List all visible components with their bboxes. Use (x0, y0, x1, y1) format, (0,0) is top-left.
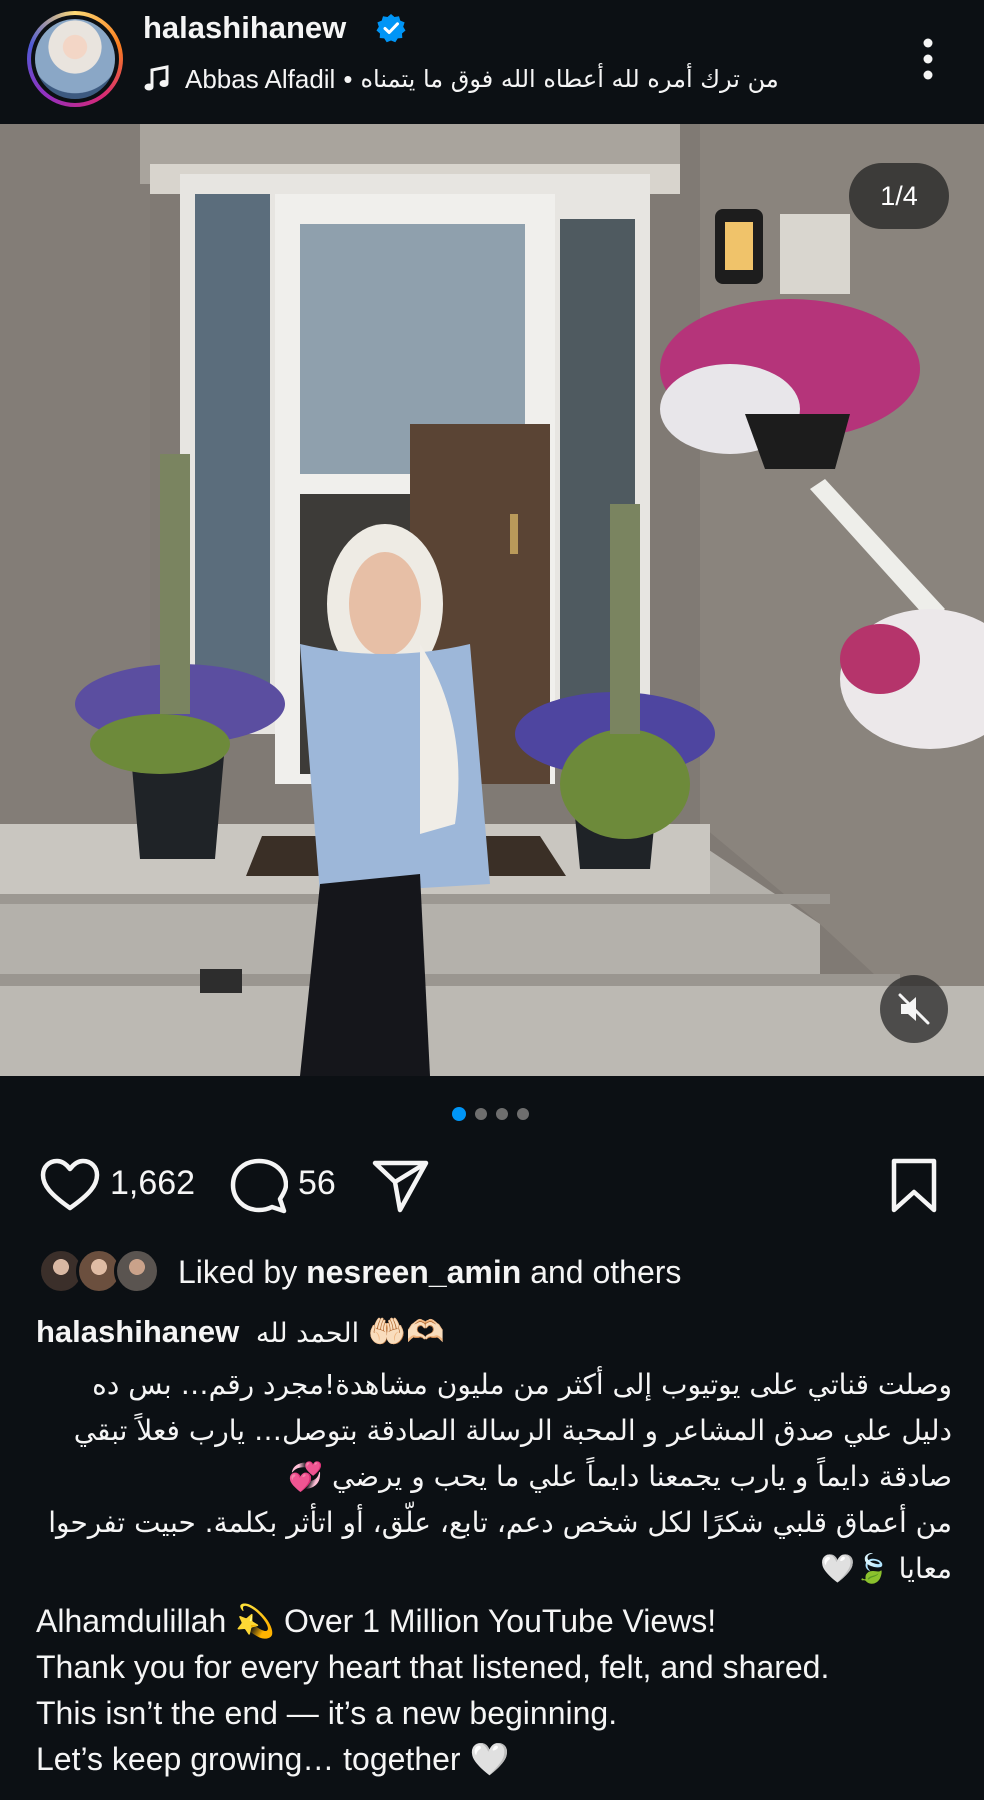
caption-username[interactable]: halashihanew (36, 1314, 239, 1349)
music-note-icon (144, 65, 169, 91)
post-header: halashihanew Abbas Alfadil • من ترك أمره… (0, 0, 984, 124)
caption-headline: halashihanew الحمد لله 🤲🏻🫶🏻 (36, 1310, 952, 1356)
caption-arabic-paragraph-2: من أعماق قلبي شكرًا لكل شخص دعم، تابع، ع… (48, 1506, 952, 1585)
liked-by-row[interactable]: Liked by nesreen_amin and others (0, 1246, 984, 1298)
share-icon[interactable] (372, 1158, 430, 1214)
music-title: من ترك أمره لله أعطاه الله فوق ما يتمناه (360, 65, 779, 93)
avatar (35, 19, 115, 99)
post-username[interactable]: halashihanew (143, 10, 346, 46)
caption-english-line: Thank you for every heart that listened,… (36, 1649, 830, 1685)
caption-english-line: Alhamdulillah 💫 Over 1 Million YouTube V… (36, 1603, 717, 1639)
music-artist: Abbas Alfadil (185, 63, 336, 94)
caption-english: Alhamdulillah 💫 Over 1 Million YouTube V… (36, 1598, 952, 1782)
music-info[interactable]: Abbas Alfadil • من ترك أمره لله أعطاه ال… (143, 62, 779, 96)
caption-arabic-paragraph-1: وصلت قناتي على يوتيوب إلى أكثر من مليون … (73, 1368, 952, 1493)
liked-by-text: Liked by nesreen_amin and others (178, 1254, 681, 1291)
carousel-dot (517, 1108, 529, 1120)
post-caption: halashihanew الحمد لله 🤲🏻🫶🏻 وصلت قناتي ع… (36, 1310, 952, 1782)
photo-illustration (0, 124, 984, 1076)
mute-button[interactable] (880, 975, 948, 1043)
caption-english-line: Let’s keep growing… together 🤍 (36, 1741, 510, 1777)
liked-by-user[interactable]: nesreen_amin (306, 1254, 521, 1290)
caption-headline-text: الحمد لله (255, 1318, 360, 1349)
music-separator: • (343, 63, 353, 94)
liked-by-suffix: and others (530, 1254, 682, 1290)
more-options-icon[interactable] (918, 36, 938, 82)
carousel-dot (496, 1108, 508, 1120)
carousel-indicator (452, 1107, 529, 1121)
liker-avatar (114, 1248, 160, 1294)
caption-english-line: This isn’t the end — it’s a new beginnin… (36, 1695, 618, 1731)
action-bar: 1,662 56 (0, 1150, 984, 1222)
bookmark-icon[interactable] (890, 1158, 938, 1214)
comment-icon[interactable] (230, 1158, 288, 1216)
comments-count[interactable]: 56 (298, 1164, 336, 1203)
carousel-counter: 1/4 (849, 163, 949, 229)
muted-speaker-icon (898, 993, 930, 1025)
post-photo[interactable]: 1/4 (0, 124, 984, 1076)
story-avatar[interactable] (27, 11, 123, 107)
likes-count[interactable]: 1,662 (110, 1164, 195, 1203)
caption-headline-emoji: 🤲🏻🫶🏻 (367, 1314, 445, 1350)
carousel-dot (475, 1108, 487, 1120)
verified-badge-icon (376, 14, 406, 43)
liked-by-prefix: Liked by (178, 1254, 298, 1290)
heart-icon[interactable] (40, 1158, 100, 1214)
carousel-dot-active (452, 1107, 466, 1121)
